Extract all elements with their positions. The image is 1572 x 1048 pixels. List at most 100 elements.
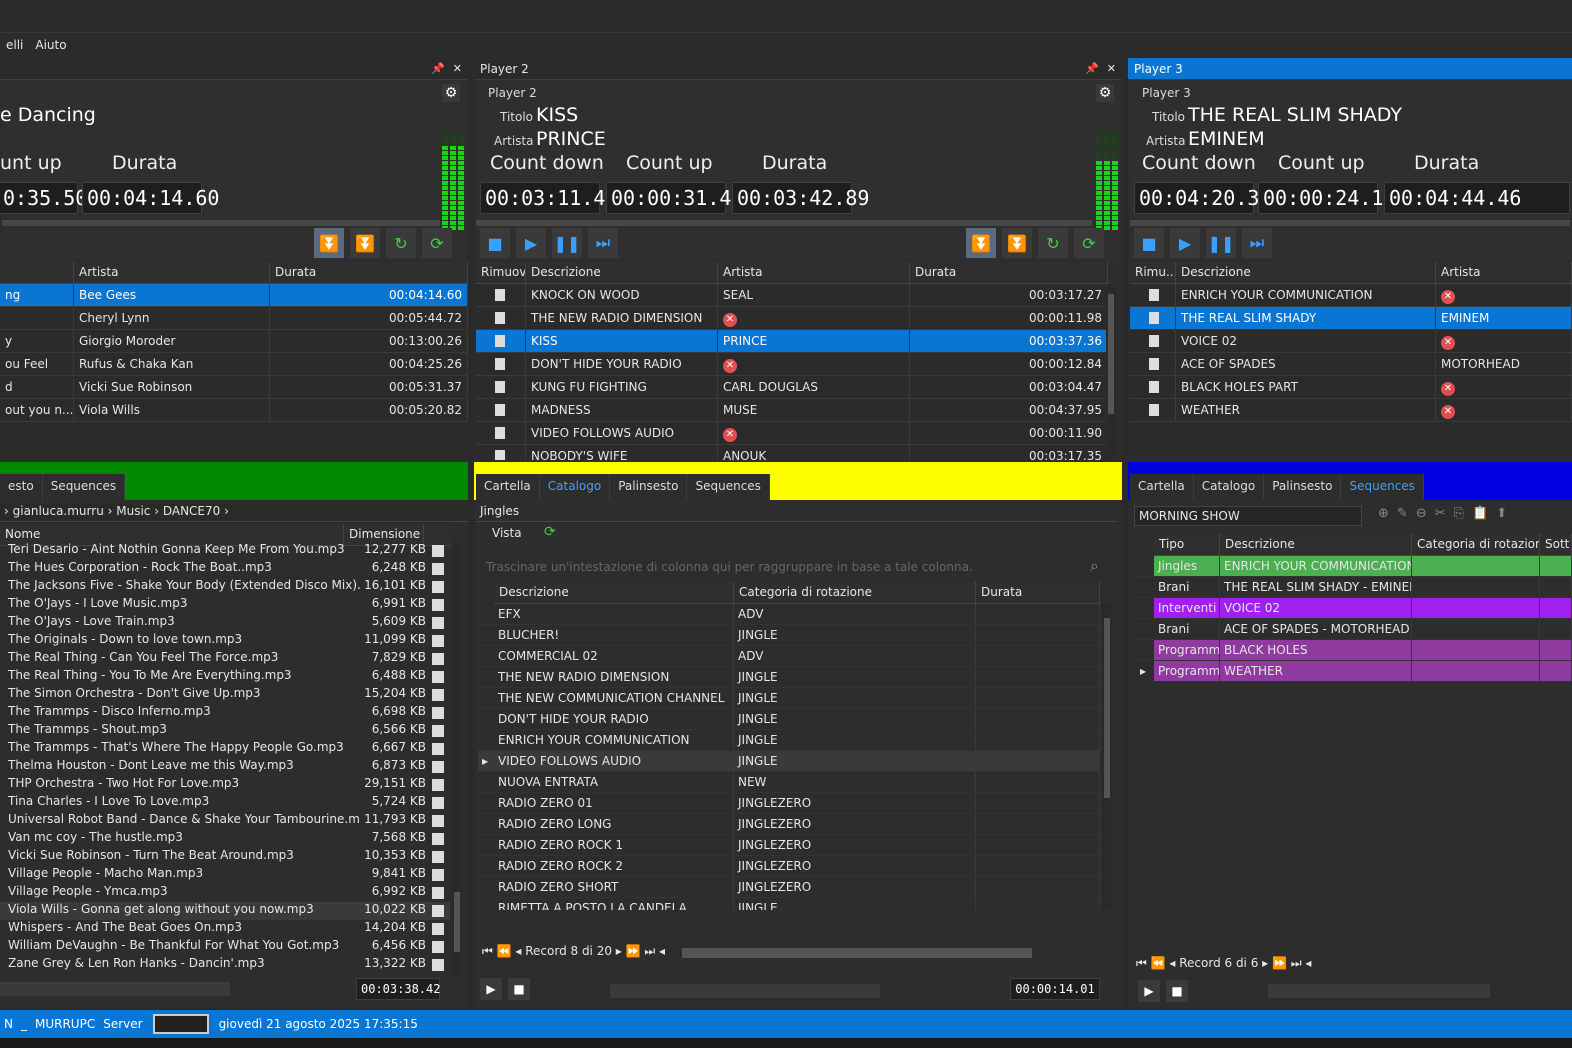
playlist-row[interactable]: THE REAL SLIM SHADY EMINEM (1130, 307, 1572, 330)
close-icon[interactable]: ✕ (1107, 62, 1116, 75)
playlist-row[interactable]: NOBODY'S WIFE ANOUK 00:03:17.35 (476, 445, 1108, 460)
record-navigator[interactable]: ⏮ ⏪ ◂ Record 6 di 6 ▸ ⏩ ⏭ ◂ (1136, 956, 1311, 971)
play-icon[interactable]: ▶ (516, 228, 546, 258)
col-categoria[interactable]: Categoria di rotazione (734, 582, 976, 603)
position-bar[interactable] (476, 220, 1092, 226)
playlist-row[interactable]: y Giorgio Moroder 00:13:00.26 (0, 330, 468, 353)
close-icon[interactable]: ✕ (453, 62, 462, 75)
playlist-row[interactable]: VIDEO FOLLOWS AUDIO ✕ 00:00:11.90 (476, 422, 1108, 445)
playlist-row[interactable]: Cheryl Lynn 00:05:44.72 (0, 307, 468, 330)
trash-icon[interactable] (1149, 381, 1159, 393)
remove-cell[interactable] (476, 399, 526, 421)
tab-palinsesto[interactable]: esto (0, 474, 43, 500)
remove-icon[interactable]: ⊖ (1416, 506, 1435, 521)
sequence-row[interactable]: Interventi VOICE 02 (1136, 598, 1572, 619)
file-row[interactable]: Tina Charles - I Love To Love.mp3 5,724 K… (0, 794, 450, 812)
trash-icon[interactable] (1149, 289, 1159, 301)
menu-item-aiuto[interactable]: Aiuto (29, 38, 72, 52)
file-row[interactable]: Viola Wills - Gonna get along without yo… (0, 902, 450, 920)
tab-catalogo[interactable]: Catalogo (1193, 474, 1265, 500)
trash-icon[interactable] (1149, 335, 1159, 347)
file-row[interactable]: The Trammps - Disco Inferno.mp3 6,698 KB (0, 704, 450, 722)
file-row[interactable]: Van mc coy - The hustle.mp3 7,568 KB (0, 830, 450, 848)
file-row[interactable]: Thelma Houston - Dont Leave me this Way.… (0, 758, 450, 776)
trash-icon[interactable] (495, 312, 505, 324)
catalog-row[interactable]: THE NEW RADIO DIMENSION JINGLE (478, 667, 1100, 688)
breadcrumb-music[interactable]: Music (116, 504, 150, 518)
catalog-row[interactable]: RADIO ZERO 01 JINGLEZERO (478, 793, 1100, 814)
trash-icon[interactable] (495, 358, 505, 370)
preview-stop-icon[interactable]: ■ (508, 978, 530, 1000)
auto-down-icon[interactable]: ⏬ (314, 228, 344, 258)
tab-palinsesto[interactable]: Palinsesto (610, 474, 688, 500)
playlist-row[interactable]: ACE OF SPADES MOTORHEAD (1130, 353, 1572, 376)
playlist-row[interactable]: KNOCK ON WOOD SEAL 00:03:17.27 (476, 284, 1108, 307)
trash-icon[interactable] (495, 427, 505, 439)
file-row[interactable]: The Trammps - That's Where The Happy Peo… (0, 740, 450, 758)
trash-icon[interactable] (1149, 404, 1159, 416)
insert-down-icon[interactable]: ⏬ (1002, 228, 1032, 258)
tab-cartella[interactable]: Cartella (476, 474, 540, 500)
file-row[interactable]: Village People - Ymca.mp3 6,992 KB (0, 884, 450, 902)
remove-cell[interactable] (1130, 284, 1176, 306)
file-row[interactable]: THP Orchestra - Two Hot For Love.mp3 29,1… (0, 776, 450, 794)
playlist-row[interactable]: WEATHER ✕ (1130, 399, 1572, 422)
stop-icon[interactable]: ■ (480, 228, 510, 258)
catalog-scrollbar[interactable] (1102, 604, 1112, 910)
play-icon[interactable]: ▶ (1170, 228, 1200, 258)
pause-icon[interactable]: ❚❚ (552, 228, 582, 258)
remove-cell[interactable] (1130, 353, 1176, 375)
position-bar[interactable] (1130, 220, 1570, 226)
playlist-row[interactable]: THE NEW RADIO DIMENSION ✕ 00:00:11.98 (476, 307, 1108, 330)
file-row[interactable]: The Originals - Down to love town.mp3 11,… (0, 632, 450, 650)
file-row[interactable]: Vicki Sue Robinson - Turn The Beat Aroun… (0, 848, 450, 866)
breadcrumb-dance70[interactable]: DANCE70 (163, 504, 220, 518)
playlist-row[interactable]: DON'T HIDE YOUR RADIO ✕ 00:00:12.84 (476, 353, 1108, 376)
catalog-row[interactable]: DON'T HIDE YOUR RADIO JINGLE (478, 709, 1100, 730)
preview-position[interactable] (1268, 984, 1490, 998)
tab-sequences[interactable]: Sequences (1341, 474, 1424, 500)
sequence-row[interactable]: Jingles ENRICH YOUR COMMUNICATION (1136, 556, 1572, 577)
col-artista[interactable]: Artista (74, 262, 270, 283)
repeat-icon[interactable]: ↻ (1038, 228, 1068, 258)
playlist-row[interactable]: ENRICH YOUR COMMUNICATION ✕ (1130, 284, 1572, 307)
file-row[interactable]: The Real Thing - Can You Feel The Force.… (0, 650, 450, 668)
file-row[interactable]: Zane Grey & Len Ron Hanks - Dancin'.mp3 1… (0, 956, 450, 974)
file-list-scrollbar[interactable] (452, 542, 462, 976)
cut-icon[interactable]: ✂ (1435, 506, 1454, 521)
col-tipo[interactable]: Tipo (1154, 534, 1220, 555)
catalog-row[interactable]: RADIO ZERO ROCK 2 JINGLEZERO (478, 856, 1100, 877)
col-descrizione[interactable]: Descrizione (526, 262, 718, 283)
next-icon[interactable]: ⏭ (588, 228, 618, 258)
sequence-row[interactable]: Brani THE REAL SLIM SHADY - EMINEM (1136, 577, 1572, 598)
show-select[interactable]: MORNING SHOW (1134, 506, 1362, 526)
remove-cell[interactable] (476, 353, 526, 375)
trash-icon[interactable] (1149, 312, 1159, 324)
edit-icon[interactable]: ✎ (1397, 506, 1416, 521)
hscroll[interactable] (0, 982, 230, 996)
col-categoria[interactable]: Categoria di rotazione (1412, 534, 1540, 555)
playlist-row[interactable]: KUNG FU FIGHTING CARL DOUGLAS 00:03:04.47 (476, 376, 1108, 399)
next-icon[interactable]: ⏭ (1242, 228, 1272, 258)
col-artista[interactable]: Artista (1436, 262, 1572, 283)
playlist-row[interactable]: ou Feel Rufus & Chaka Kan 00:04:25.26 (0, 353, 468, 376)
trash-icon[interactable] (495, 381, 505, 393)
catalog-row[interactable]: ▸ VIDEO FOLLOWS AUDIO JINGLE (478, 751, 1100, 772)
copy-icon[interactable]: ⎘ (1454, 506, 1472, 521)
col-durata[interactable]: Durata (910, 262, 1108, 283)
paste-icon[interactable]: 📋 (1472, 506, 1496, 521)
position-bar[interactable] (2, 220, 440, 226)
file-row[interactable]: William DeVaughn - Be Thankful For What … (0, 938, 450, 956)
insert-down-icon[interactable]: ⏬ (350, 228, 380, 258)
playlist-row[interactable]: ng Bee Gees 00:04:14.60 (0, 284, 468, 307)
col-descrizione[interactable]: Descrizione (494, 582, 734, 603)
tab-palinsesto[interactable]: Palinsesto (1264, 474, 1342, 500)
preview-play-icon[interactable]: ▶ (1138, 980, 1160, 1002)
playlist-row[interactable]: BLACK HOLES PART ✕ (1130, 376, 1572, 399)
catalog-row[interactable]: RIMETTA A POSTO LA CANDELA JINGLE (478, 898, 1100, 910)
breadcrumb-user[interactable]: gianluca.murru (13, 504, 104, 518)
hscroll[interactable] (682, 948, 1032, 958)
refresh-icon[interactable]: ⟳ (1074, 228, 1104, 258)
remove-cell[interactable] (476, 307, 526, 329)
col-durata[interactable]: Durata (976, 582, 1100, 603)
